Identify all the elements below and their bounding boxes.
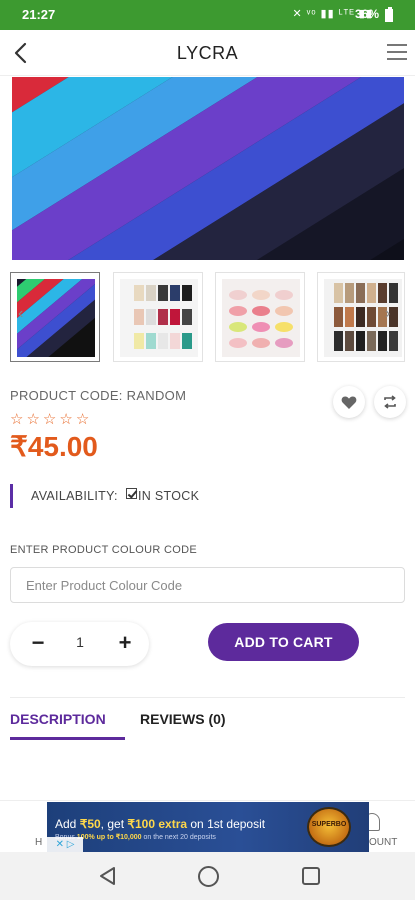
- system-recents-icon[interactable]: [302, 867, 320, 885]
- compare-button[interactable]: [374, 386, 406, 418]
- product-main-image[interactable]: [12, 77, 404, 260]
- thumbnail-3[interactable]: [215, 272, 305, 362]
- battery-percent: 36%: [354, 7, 379, 21]
- heart-icon: [341, 395, 357, 409]
- star-icon: ☆: [59, 411, 73, 428]
- ad-banner[interactable]: Add ₹50, get ₹100 extra on 1st deposit B…: [47, 802, 369, 852]
- star-icon: ☆: [26, 411, 40, 428]
- product-price: ₹45.00: [10, 431, 98, 462]
- quantity-stepper: − 1 +: [10, 622, 149, 666]
- ad-choices-icon[interactable]: ✕ ▷: [47, 837, 83, 852]
- quantity-value[interactable]: 1: [70, 634, 90, 650]
- app-header: LYCRA: [0, 30, 415, 76]
- add-to-cart-button[interactable]: ADD TO CART: [208, 623, 359, 661]
- menu-icon[interactable]: [387, 44, 407, 60]
- compare-arrows-icon: [384, 395, 396, 409]
- system-home-icon[interactable]: [198, 866, 219, 887]
- system-back-icon[interactable]: [98, 866, 118, 886]
- availability-accent-bar: [10, 484, 13, 508]
- quantity-decrease-button[interactable]: −: [26, 631, 50, 655]
- star-icon: ☆: [10, 411, 24, 428]
- status-bar: 21:27 ✕ ᵛᵒ ▮▮ ᴸᵀᴱ ▮▮ 36%: [0, 0, 415, 30]
- system-navigation-bar: [0, 852, 415, 900]
- availability-label: AVAILABILITY:: [31, 489, 118, 503]
- thumbnail-2[interactable]: [113, 272, 203, 362]
- checkbox-icon: [126, 488, 137, 499]
- quantity-increase-button[interactable]: +: [113, 631, 137, 655]
- ad-badge: SUPERBO: [307, 807, 351, 847]
- wishlist-button[interactable]: [333, 386, 365, 418]
- star-icon: ☆: [75, 411, 90, 428]
- tab-description[interactable]: DESCRIPTION: [10, 711, 106, 727]
- colour-code-label: ENTER PRODUCT COLOUR CODE: [10, 544, 197, 556]
- star-icon: ☆: [42, 411, 57, 428]
- battery-icon: [385, 7, 393, 22]
- availability-value: IN STOCK: [138, 489, 200, 503]
- thumbnail-next-icon[interactable]: ›: [385, 305, 390, 323]
- page-title: LYCRA: [176, 43, 239, 63]
- status-time: 21:27: [22, 7, 56, 22]
- thumbnail-4[interactable]: [317, 272, 405, 362]
- active-tab-indicator: [10, 737, 125, 740]
- thumbnail-1[interactable]: [10, 272, 100, 362]
- divider: [10, 697, 405, 698]
- product-code: PRODUCT CODE: RANDOM: [10, 388, 187, 403]
- bottom-nav-home-label[interactable]: H: [35, 837, 42, 848]
- ad-headline: Add ₹50, get ₹100 extra on 1st deposit: [55, 817, 266, 831]
- tab-reviews[interactable]: REVIEWS (0): [140, 711, 226, 727]
- colour-code-input[interactable]: [10, 567, 405, 603]
- bottom-nav-account-label[interactable]: OUNT: [369, 837, 397, 848]
- thumbnail-prev-icon[interactable]: ‹: [18, 305, 23, 323]
- rating-stars: ☆ ☆ ☆ ☆ ☆: [10, 410, 89, 428]
